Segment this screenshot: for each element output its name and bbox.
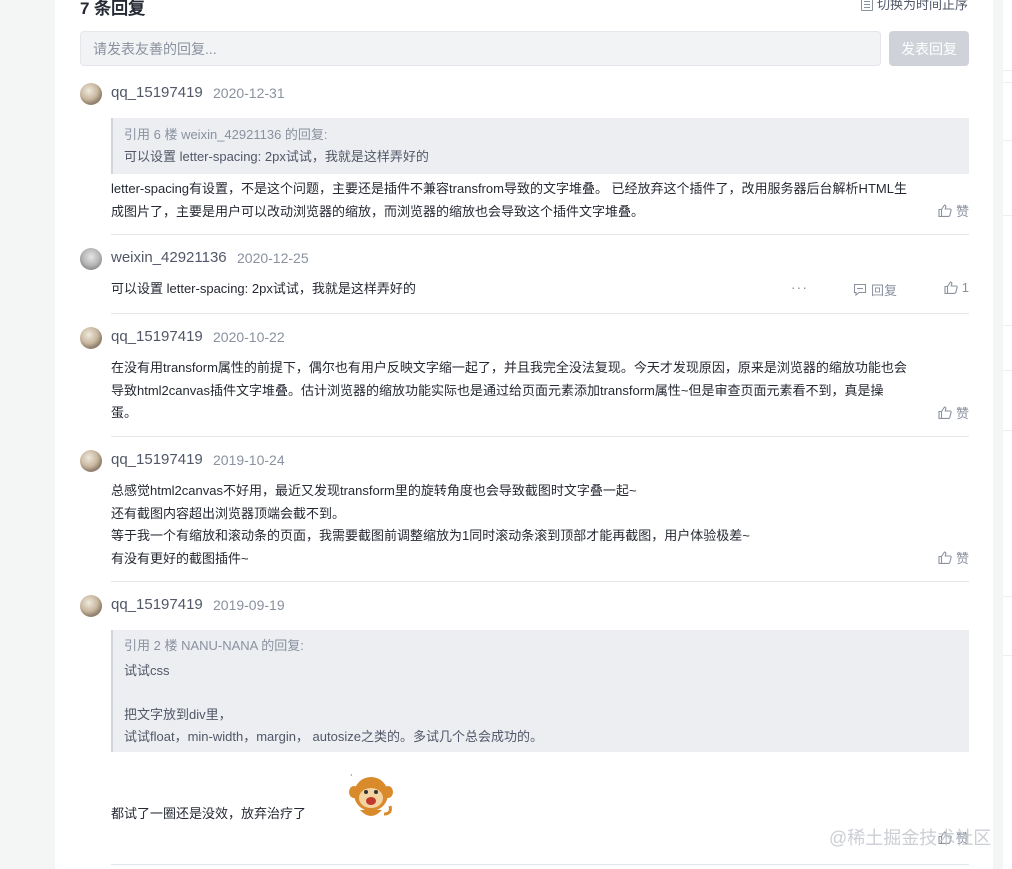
comment-text: letter-spacing有设置，不是这个问题，主要还是插件不兼容transf… — [111, 178, 973, 223]
comment-text-line: 成图片了，主要是用户可以改动浏览器的缩放，而浏览器的缩放也会导致这个插件文字堆叠… — [111, 203, 645, 219]
quote-text: 试试float，min-width，margin， autosize之类的。多试… — [124, 729, 543, 744]
comment-username[interactable]: qq_15197419 — [111, 84, 203, 101]
comment-item: weixin_42921136 2020-12-25 可以设置 letter-s… — [80, 248, 969, 298]
comment-text-line: 还有截图内容超出浏览器顶端会截不到。 — [111, 505, 346, 521]
thumbs-up-icon — [938, 204, 952, 217]
comment-date: 2020-12-31 — [213, 85, 285, 101]
comment-username[interactable]: qq_15197419 — [111, 451, 203, 468]
comment-item: qq_15197419 2020-12-31 引用 6 楼 weixin_429… — [80, 83, 969, 223]
comment-text-line: 等于我一个有缩放和滚动条的页面，我需要截图前调整缩放为1同时滚动条滚到顶部才能再… — [111, 528, 750, 543]
like-label: 赞 — [955, 406, 969, 421]
avatar[interactable] — [80, 83, 102, 105]
like-button[interactable]: 1 — [944, 280, 969, 295]
comments-count-title: 7 条回复 — [80, 0, 146, 18]
comment-text-line: 导致html2canvas插件文字堆叠。估计浏览器的缩放功能实际也是通过给页面元… — [111, 382, 884, 398]
comment-text: 可以设置 letter-spacing: 2px试试，我就是这样弄好的 — [111, 278, 973, 301]
comment-text: 都试了一圈还是没效，放弃治疗了 — [111, 803, 973, 826]
quoted-reply: 引用 2 楼 NANU-NANA 的回复: 试试css 把文字放到div里， 试… — [111, 630, 969, 752]
sort-list-icon — [860, 0, 873, 11]
reply-box: 发表回复 — [80, 31, 969, 66]
sort-order-label: 切换为时间正序 — [876, 0, 968, 12]
thumbs-up-icon — [938, 551, 952, 564]
avatar[interactable] — [80, 595, 102, 617]
like-button[interactable]: 赞 — [938, 201, 969, 220]
comment-item: qq_15197419 2019-09-19 引用 2 楼 NANU-NANA … — [80, 595, 969, 855]
comment-text-line: 蛋。 — [111, 405, 138, 420]
quote-text: 把文字放到div里， — [124, 707, 232, 722]
comment-text-line: 可以设置 letter-spacing: 2px试试，我就是这样弄好的 — [111, 281, 416, 296]
comment-text-line: letter-spacing有设置，不是这个问题，主要还是插件不兼容transf… — [111, 181, 907, 196]
avatar[interactable] — [80, 450, 102, 472]
quote-heading: 引用 2 楼 NANU-NANA 的回复: — [124, 638, 304, 653]
thumbs-up-icon — [938, 406, 952, 419]
send-reply-button[interactable]: 发表回复 — [889, 31, 969, 66]
right-sidebar-edge — [1003, 0, 1012, 869]
avatar[interactable] — [80, 327, 102, 349]
quote-text: 试试css — [124, 663, 170, 678]
comment-text-line: 有没有更好的截图插件~ — [111, 550, 249, 566]
comment-item: qq_15197419 2019-10-24 总感觉html2canvas不好用… — [80, 450, 969, 570]
comment-date: 2020-12-25 — [237, 250, 309, 266]
like-label: 赞 — [955, 551, 969, 566]
comment-divider — [111, 234, 969, 235]
comment-text-line: 总感觉html2canvas不好用，最近又发现transform里的旋转角度也会… — [111, 483, 637, 498]
quote-text: 可以设置 letter-spacing: 2px试试，我就是这样弄好的 — [124, 149, 429, 164]
sort-order-toggle[interactable]: 切换为时间正序 — [860, 0, 968, 13]
comment-date: 2020-10-22 — [213, 329, 285, 345]
comment-date: 2019-10-24 — [213, 452, 285, 468]
comment-item: qq_15197419 2020-10-22 在没有用transform属性的前… — [80, 327, 969, 427]
thumbs-up-icon — [944, 281, 958, 294]
comment-username[interactable]: qq_15197419 — [111, 596, 203, 613]
avatar[interactable] — [80, 248, 102, 270]
comment-date: 2019-09-19 — [213, 597, 285, 613]
comment-text-line: 都试了一圈还是没效，放弃治疗了 — [111, 806, 307, 821]
comment-username[interactable]: weixin_42921136 — [111, 249, 227, 266]
quote-heading: 引用 6 楼 weixin_42921136 的回复: — [124, 127, 328, 142]
comment-text: 在没有用transform属性的前提下，偶尔也有用户反映文字缩一起了，并且我完全… — [111, 357, 973, 425]
quoted-reply: 引用 6 楼 weixin_42921136 的回复: 可以设置 letter-… — [111, 118, 969, 174]
like-button[interactable]: 赞 — [938, 548, 969, 567]
comment-divider — [111, 436, 969, 437]
comment-divider — [111, 864, 969, 865]
comment-divider — [111, 581, 969, 582]
comment-username[interactable]: qq_15197419 — [111, 328, 203, 345]
reply-label: 回复 — [871, 283, 898, 298]
comment-panel: 7 条回复 切换为时间正序 发表回复 qq_15197419 2020-12-3… — [55, 0, 993, 869]
like-label: 赞 — [955, 204, 969, 219]
quote-text — [124, 682, 969, 704]
svg-text:·: · — [350, 771, 353, 780]
comment-text: 总感觉html2canvas不好用，最近又发现transform里的旋转角度也会… — [111, 480, 973, 570]
more-options-icon[interactable]: ··· — [791, 279, 808, 295]
comments-header: 7 条回复 切换为时间正序 — [80, 0, 968, 18]
comment-divider — [111, 313, 969, 314]
watermark: @稀土掘金技术社区 — [829, 828, 992, 848]
reply-button[interactable]: 回复 — [853, 280, 897, 299]
comment-bubble-icon — [853, 283, 867, 296]
monkey-emoji-sticker: · — [349, 771, 393, 816]
like-count: 1 — [961, 280, 969, 295]
like-button[interactable]: 赞 — [938, 403, 969, 422]
comment-text-line: 在没有用transform属性的前提下，偶尔也有用户反映文字缩一起了，并且我完全… — [111, 360, 907, 375]
reply-input[interactable] — [80, 31, 881, 66]
